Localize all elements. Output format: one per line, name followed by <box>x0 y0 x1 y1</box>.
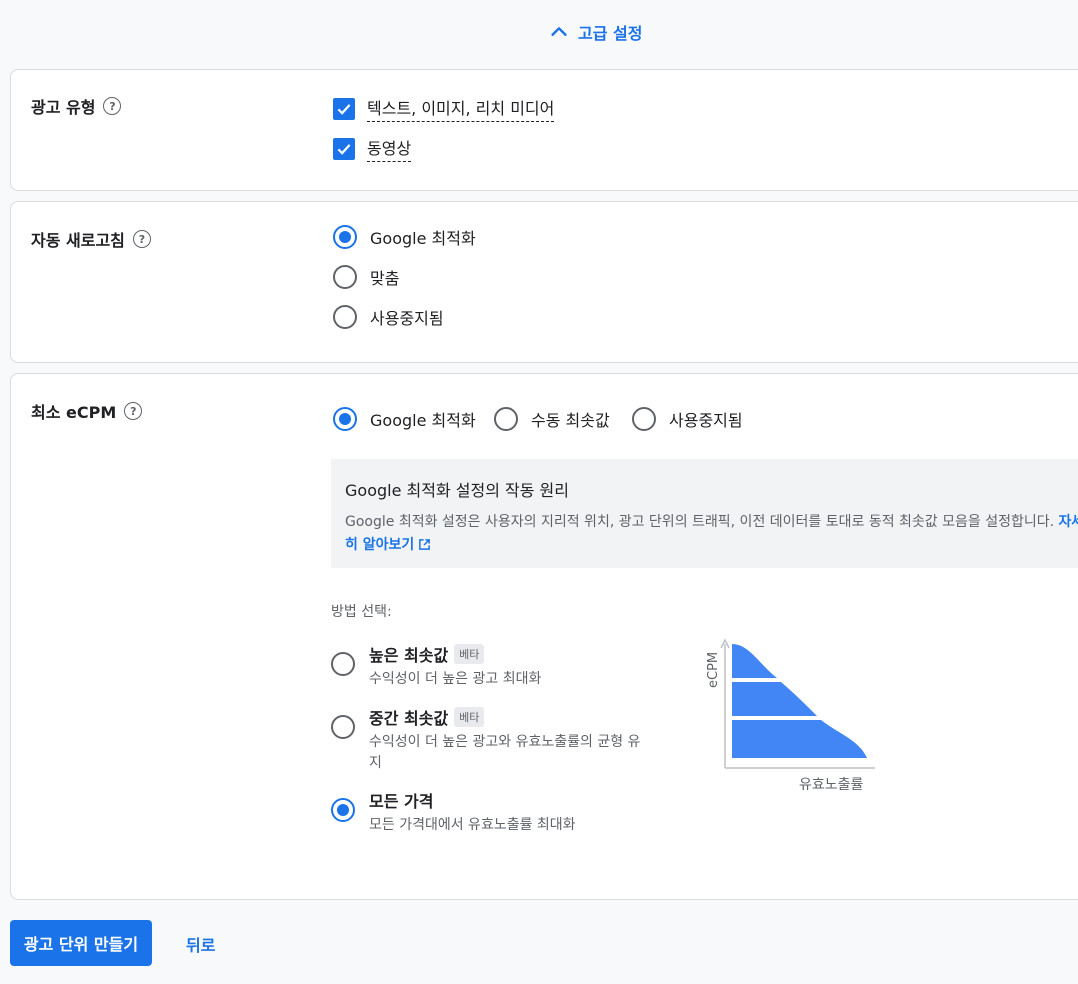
advanced-settings-label: 고급 설정 <box>578 24 643 43</box>
radio-ecpm-disabled[interactable]: 사용중지됨 <box>632 407 743 431</box>
method-desc: 수익성이 더 높은 광고 최대화 <box>369 671 542 687</box>
radio-unselected-icon[interactable] <box>331 715 355 739</box>
radio-unselected-icon[interactable] <box>333 265 357 289</box>
help-icon[interactable]: ? <box>124 402 143 420</box>
method-text: 모든 가격 모든 가격대에서 유효노출률 최대화 <box>369 788 649 836</box>
info-title: Google 최적화 설정의 작동 원리 <box>345 481 569 500</box>
radio-auto-refresh-custom[interactable]: 맞춤 <box>333 265 399 289</box>
min-ecpm-card: 최소 eCPM ? Google 최적화 수동 최솟값 사용중지됨 Google… <box>10 373 1078 900</box>
checkbox-label: 텍스트, 이미지, 리치 미디어 <box>367 95 555 122</box>
ad-type-card: 광고 유형 ? 텍스트, 이미지, 리치 미디어 동영상 <box>10 69 1078 191</box>
radio-unselected-icon[interactable] <box>494 407 518 431</box>
chart-y-label: eCPM <box>706 652 721 688</box>
back-button[interactable]: 뒤로 <box>186 932 215 956</box>
help-icon[interactable]: ? <box>132 230 151 248</box>
chart-area-top <box>732 644 777 678</box>
radio-unselected-icon[interactable] <box>333 305 357 329</box>
checkbox-label: 동영상 <box>367 135 412 162</box>
help-icon[interactable]: ? <box>103 97 122 115</box>
method-title-label: 중간 최솟값 <box>369 709 449 728</box>
create-ad-unit-button[interactable]: 광고 단위 만들기 <box>10 920 152 966</box>
radio-label: Google 최적화 <box>370 229 476 248</box>
method-title: 모든 가격 <box>369 788 649 812</box>
radio-selected-icon[interactable] <box>333 407 357 431</box>
page: 고급 설정 광고 유형 ? 텍스트, 이미지, 리치 미디어 동영상 자동 새로… <box>0 0 1078 984</box>
radio-auto-refresh-google[interactable]: Google 최적화 <box>333 225 476 249</box>
radio-unselected-icon[interactable] <box>632 407 656 431</box>
method-title: 중간 최솟값 베타 <box>369 705 649 729</box>
method-medium-floor[interactable]: 중간 최솟값 베타 수익성이 더 높은 광고와 유효노출률의 균형 유지 <box>331 705 649 774</box>
radio-ecpm-google[interactable]: Google 최적화 <box>333 407 476 431</box>
ad-type-heading: 광고 유형 ? <box>31 94 122 118</box>
checkbox-checked-icon[interactable] <box>333 97 355 120</box>
min-ecpm-heading: 최소 eCPM ? <box>31 399 143 423</box>
auto-refresh-heading: 자동 새로고침 ? <box>31 227 151 251</box>
method-title-label: 모든 가격 <box>369 792 434 811</box>
external-link-icon <box>419 539 431 550</box>
radio-ecpm-manual[interactable]: 수동 최솟값 <box>494 407 610 431</box>
method-desc: 수익성이 더 높은 광고와 유효노출률의 균형 유지 <box>369 734 641 771</box>
info-body: Google 최적화 설정은 사용자의 지리적 위치, 광고 단위의 트래픽, … <box>345 511 1078 557</box>
radio-label: 맞춤 <box>370 269 400 288</box>
method-select-label: 방법 선택: <box>331 604 392 620</box>
ad-type-title: 광고 유형 <box>31 98 96 117</box>
chart-area-middle <box>732 682 817 716</box>
min-ecpm-title: 최소 eCPM <box>31 403 117 422</box>
method-desc: 모든 가격대에서 유효노출률 최대화 <box>369 817 576 833</box>
method-text: 중간 최솟값 베타 수익성이 더 높은 광고와 유효노출률의 균형 유지 <box>369 705 649 774</box>
checkbox-checked-icon[interactable] <box>333 137 355 160</box>
auto-refresh-card: 자동 새로고침 ? Google 최적화 맞춤 사용중지됨 <box>10 201 1078 363</box>
chart-x-label: 유효노출률 <box>799 777 864 793</box>
beta-badge: 베타 <box>454 707 485 727</box>
radio-selected-icon[interactable] <box>331 798 355 822</box>
radio-label: 수동 최솟값 <box>531 411 610 430</box>
chevron-up-icon <box>551 27 567 36</box>
beta-badge: 베타 <box>454 644 485 664</box>
checkbox-video[interactable]: 동영상 <box>333 135 412 162</box>
method-title: 높은 최솟값 베타 <box>369 642 649 666</box>
ecpm-illustration: eCPM 유효노출률 <box>706 638 875 793</box>
advanced-settings-toggle[interactable]: 고급 설정 <box>548 20 642 44</box>
radio-unselected-icon[interactable] <box>331 652 355 676</box>
radio-selected-icon[interactable] <box>333 225 357 249</box>
auto-refresh-title: 자동 새로고침 <box>31 231 125 250</box>
method-text: 높은 최솟값 베타 수익성이 더 높은 광고 최대화 <box>369 642 649 690</box>
info-box: Google 최적화 설정의 작동 원리 Google 최적화 설정은 사용자의… <box>331 459 1078 568</box>
method-high-floor[interactable]: 높은 최솟값 베타 수익성이 더 높은 광고 최대화 <box>331 642 649 690</box>
method-all-prices[interactable]: 모든 가격 모든 가격대에서 유효노출률 최대화 <box>331 788 649 836</box>
radio-label: Google 최적화 <box>370 411 476 430</box>
radio-label: 사용중지됨 <box>370 309 444 328</box>
checkbox-text-image-rich-media[interactable]: 텍스트, 이미지, 리치 미디어 <box>333 95 555 122</box>
radio-auto-refresh-disabled[interactable]: 사용중지됨 <box>333 305 444 329</box>
radio-label: 사용중지됨 <box>669 411 743 430</box>
chart-area-bottom <box>732 720 867 758</box>
method-title-label: 높은 최솟값 <box>369 646 449 665</box>
info-body-text: Google 최적화 설정은 사용자의 지리적 위치, 광고 단위의 트래픽, … <box>345 514 1055 530</box>
